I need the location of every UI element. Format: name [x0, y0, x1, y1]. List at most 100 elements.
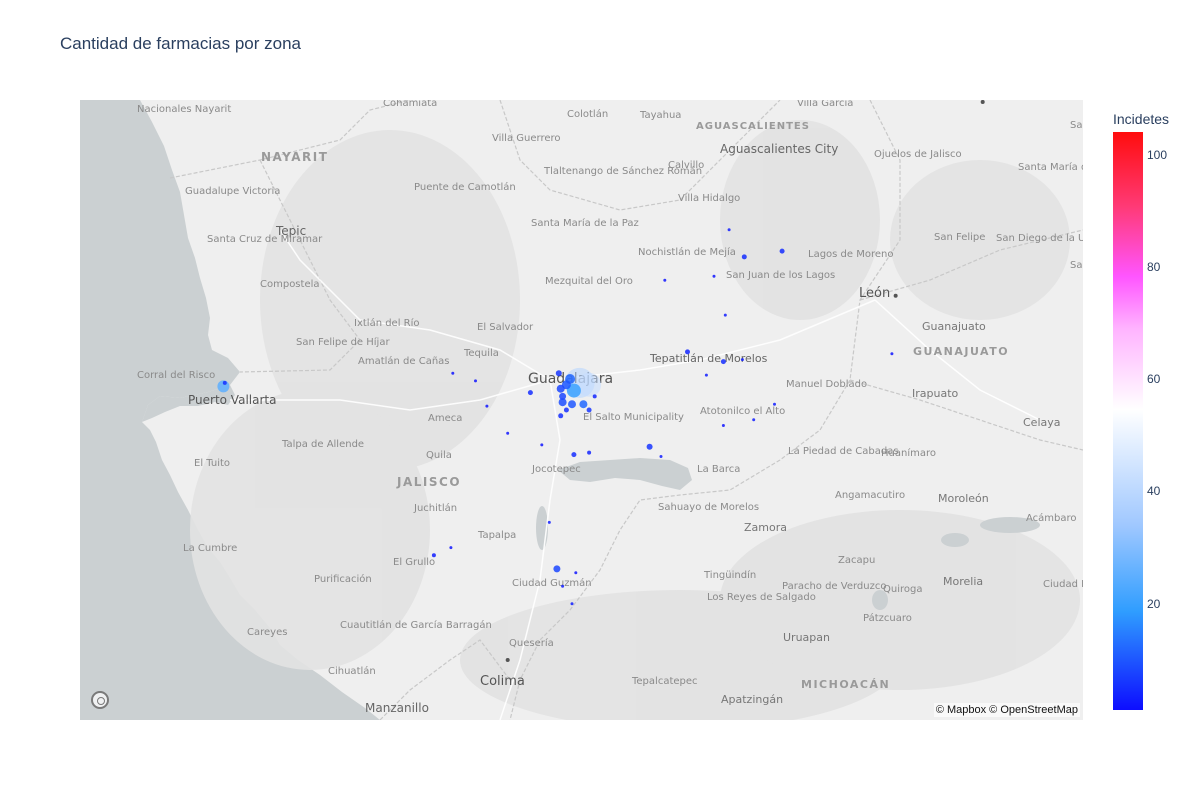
pharmacy-zone-marker[interactable]	[727, 228, 731, 232]
label-irapuato: Irapuato	[912, 387, 959, 400]
colorbar-tick-40: 40	[1147, 484, 1161, 498]
label-juchitlan: Juchitlán	[413, 502, 457, 514]
pharmacy-zone-marker[interactable]	[451, 371, 455, 375]
pharmacy-zone-marker[interactable]	[553, 565, 561, 573]
label-acambaro: Acámbaro	[1026, 512, 1077, 524]
pharmacy-zone-marker[interactable]	[712, 274, 716, 278]
pharmacy-zone-marker[interactable]	[890, 352, 894, 356]
label-cihuatlan: Cihuatlán	[328, 665, 376, 677]
colorbar-tick-100: 100	[1147, 148, 1168, 162]
label-jocotepec: Jocotepec	[531, 464, 581, 475]
pharmacy-zone-marker[interactable]	[570, 602, 574, 606]
pharmacy-zone-marker[interactable]	[659, 455, 663, 458]
map-canvas[interactable]: Nacionales Nayarit Cohamiata Colotlán Ta…	[80, 100, 1083, 720]
label-santa-cruz-miramar: Santa Cruz de Miramar	[207, 234, 323, 245]
label-aguascalientes-city-text: Aguascalientes City	[720, 142, 838, 156]
pharmacy-zone-marker[interactable]	[779, 248, 785, 254]
label-la-cumbre: La Cumbre	[183, 543, 237, 554]
pharmacy-zone-marker[interactable]	[592, 394, 597, 399]
colorbar-tick-80: 80	[1147, 260, 1161, 274]
pharmacy-zone-marker[interactable]	[547, 520, 551, 524]
pharmacy-zone-marker[interactable]	[571, 452, 577, 458]
pharmacy-zone-marker[interactable]	[752, 418, 756, 422]
pharmacy-zone-marker[interactable]	[568, 400, 576, 409]
pharmacy-zone-marker[interactable]	[646, 443, 653, 450]
pharmacy-zone-marker[interactable]	[555, 370, 562, 377]
label-ciudad-guzman: Ciudad Guzmán	[512, 577, 592, 589]
label-tepalcatepec: Tepalcatepec	[631, 676, 698, 687]
pharmacy-zone-marker[interactable]	[540, 443, 544, 447]
label-ojuelos: Ojuelos de Jalisco	[874, 149, 962, 160]
pharmacy-zone-marker[interactable]	[704, 373, 708, 377]
pharmacy-zone-marker[interactable]	[558, 413, 564, 419]
label-san-edge: Sa	[1070, 260, 1082, 271]
label-patzcuaro: Pátzcuaro	[863, 612, 912, 624]
label-ameca: Ameca	[428, 413, 462, 424]
pharmacy-zone-marker[interactable]	[685, 349, 690, 355]
label-el-tuito: El Tuito	[194, 458, 230, 469]
map-labels-layer: Nacionales Nayarit Cohamiata Colotlán Ta…	[137, 100, 1083, 715]
pharmacy-zone-marker[interactable]	[586, 407, 592, 413]
label-moroleon: Moroleón	[938, 492, 989, 505]
label-michoacan-state: MICHOACÁN	[801, 678, 890, 691]
pharmacy-zone-marker[interactable]	[740, 358, 744, 362]
label-uruapan: Uruapan	[783, 631, 830, 644]
label-ixtlan: Ixtlán del Río	[354, 317, 420, 329]
label-careyes: Careyes	[247, 627, 287, 638]
pharmacy-zone-marker[interactable]	[663, 278, 667, 282]
pharmacy-zone-marker[interactable]	[563, 407, 569, 413]
pharmacy-zone-marker[interactable]	[506, 431, 510, 435]
label-leon: León	[859, 286, 890, 301]
label-tepatitlan: Tepatitlán de Morelos	[649, 352, 768, 365]
pharmacy-zone-marker[interactable]	[723, 313, 727, 317]
label-el-grullo: El Grullo	[393, 557, 435, 568]
pharmacy-zone-marker[interactable]	[561, 584, 565, 588]
label-cohamiata: Cohamiata	[383, 100, 437, 109]
pharmacy-zone-marker[interactable]	[431, 553, 436, 558]
label-purificacion: Purificación	[314, 573, 372, 585]
pharmacy-zone-marker[interactable]	[559, 392, 567, 400]
town-dot	[980, 100, 985, 104]
label-guanajuato-state: GUANAJUATO	[913, 345, 1009, 358]
label-santa-edge: Sant	[1070, 120, 1083, 131]
label-amatlan: Amatlán de Cañas	[358, 355, 450, 367]
label-quila: Quila	[426, 450, 452, 461]
pharmacy-zone-marker[interactable]	[527, 390, 533, 396]
label-sahuayo: Sahuayo de Morelos	[658, 502, 759, 513]
label-apatzingan: Apatzingán	[721, 693, 783, 706]
pharmacy-zone-marker[interactable]	[720, 359, 726, 365]
chart-title: Cantidad de farmacias por zona	[60, 34, 301, 53]
colorbar-tick-60: 60	[1147, 372, 1161, 386]
pharmacy-zone-marker[interactable]	[587, 450, 592, 455]
pharmacy-zone-marker[interactable]	[474, 379, 477, 383]
label-el-salvador: El Salvador	[477, 322, 534, 333]
pharmacy-zone-marker[interactable]	[721, 424, 725, 427]
label-tinguindin: Tingüindín	[703, 569, 756, 581]
pharmacy-zone-marker[interactable]	[579, 400, 588, 409]
label-zacapu: Zacapu	[838, 555, 875, 566]
label-manuel-doblado: Manuel Doblado	[786, 379, 867, 390]
pharmacy-zone-marker[interactable]	[449, 546, 453, 550]
label-san-felipe: San Felipe	[934, 232, 985, 243]
label-queseria: Quesería	[509, 637, 554, 649]
map-attribution[interactable]: © Mapbox © OpenStreetMap	[933, 703, 1080, 717]
label-tequila: Tequila	[463, 348, 499, 359]
label-nayarit-state: NAYARIT	[261, 150, 328, 164]
pharmacy-zone-marker[interactable]	[773, 402, 776, 406]
label-celaya: Celaya	[1023, 416, 1061, 429]
label-los-reyes: Los Reyes de Salgado	[707, 592, 816, 603]
label-calvillo: Calvillo	[668, 160, 704, 171]
colorbar-title: Incidetes	[1113, 111, 1170, 127]
pharmacy-zone-marker[interactable]	[741, 254, 747, 260]
pharmacy-zone-marker[interactable]	[556, 384, 565, 393]
pharmacy-zone-marker[interactable]	[222, 380, 227, 385]
pharmacy-zone-marker[interactable]	[574, 571, 578, 575]
label-quiroga: Quiroga	[883, 584, 922, 595]
pharmacy-zone-marker[interactable]	[485, 404, 489, 408]
mapbox-logo-icon[interactable]	[91, 691, 109, 709]
label-compostela: Compostela	[260, 279, 320, 290]
label-mezquital: Mezquital del Oro	[545, 276, 633, 287]
label-tapalpa: Tapalpa	[477, 530, 516, 541]
pharmacy-zone-marker[interactable]	[577, 372, 602, 397]
label-cuautitlan: Cuautitlán de García Barragán	[340, 619, 492, 631]
